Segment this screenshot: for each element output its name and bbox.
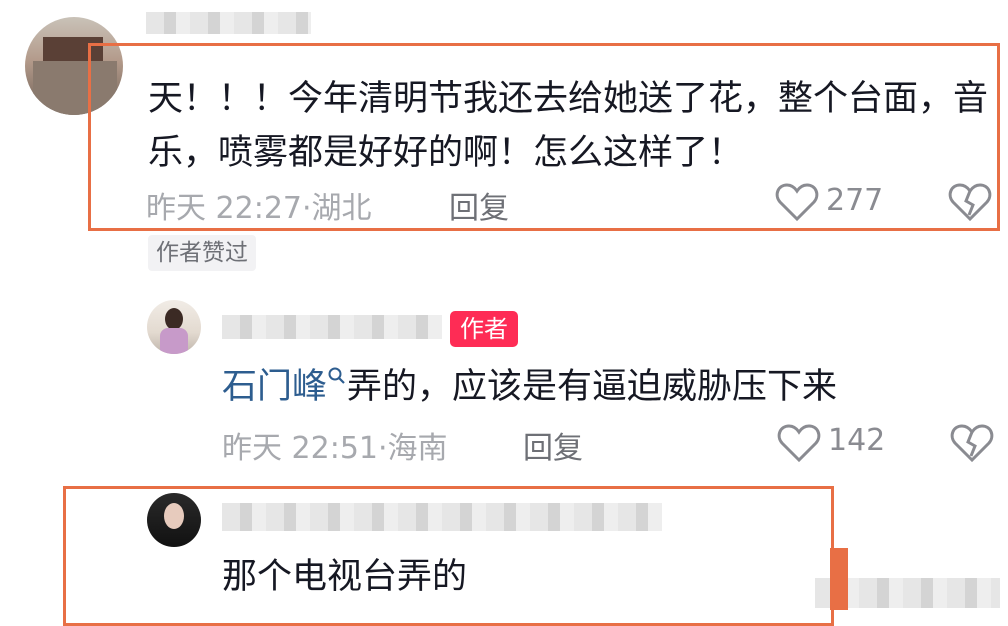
comment-location: 海南 bbox=[387, 431, 448, 466]
heart-outline-icon bbox=[777, 423, 821, 463]
comment-time: 昨天 22:51 bbox=[222, 431, 378, 466]
avatar[interactable] bbox=[147, 300, 201, 354]
search-icon[interactable] bbox=[327, 366, 347, 386]
comment-text: 那个电视台弄的 bbox=[222, 557, 468, 597]
username-blurred[interactable] bbox=[146, 12, 311, 34]
like-count: 142 bbox=[828, 423, 886, 458]
author-badge: 作者 bbox=[450, 311, 518, 347]
reply-button[interactable]: 回复 bbox=[449, 183, 509, 227]
dislike-button[interactable] bbox=[950, 423, 994, 463]
username-blurred[interactable] bbox=[222, 315, 442, 339]
dislike-button[interactable] bbox=[948, 182, 992, 222]
like-button[interactable] bbox=[777, 423, 821, 463]
reply-body: 弄的，应该是有逼迫威胁压下来 bbox=[347, 367, 838, 407]
like-button[interactable] bbox=[775, 182, 819, 222]
mention-link[interactable]: 石门峰 bbox=[222, 367, 327, 407]
reply-text: 石门峰 弄的，应该是有逼迫威胁压下来 bbox=[222, 360, 837, 414]
comment-meta: 昨天 22:51·海南 bbox=[222, 431, 448, 466]
comment-time: 昨天 22:27 bbox=[146, 191, 302, 226]
author-liked-badge: 作者赞过 bbox=[148, 235, 256, 271]
avatar[interactable] bbox=[147, 493, 201, 547]
like-count: 277 bbox=[826, 183, 884, 218]
comment-location: 湖北 bbox=[311, 191, 372, 226]
comment-text: 天！！！今年清明节我还去给她送了花，整个台面，音乐，喷雾都是好好的啊！怎么这样了… bbox=[148, 79, 989, 173]
broken-heart-icon bbox=[948, 182, 992, 222]
edge-accent bbox=[830, 548, 848, 610]
reply-button[interactable]: 回复 bbox=[523, 423, 583, 467]
broken-heart-icon bbox=[950, 423, 994, 463]
heart-outline-icon bbox=[775, 182, 819, 222]
comment-meta: 昨天 22:27·湖北 bbox=[146, 191, 372, 226]
username-blurred[interactable] bbox=[222, 503, 662, 531]
